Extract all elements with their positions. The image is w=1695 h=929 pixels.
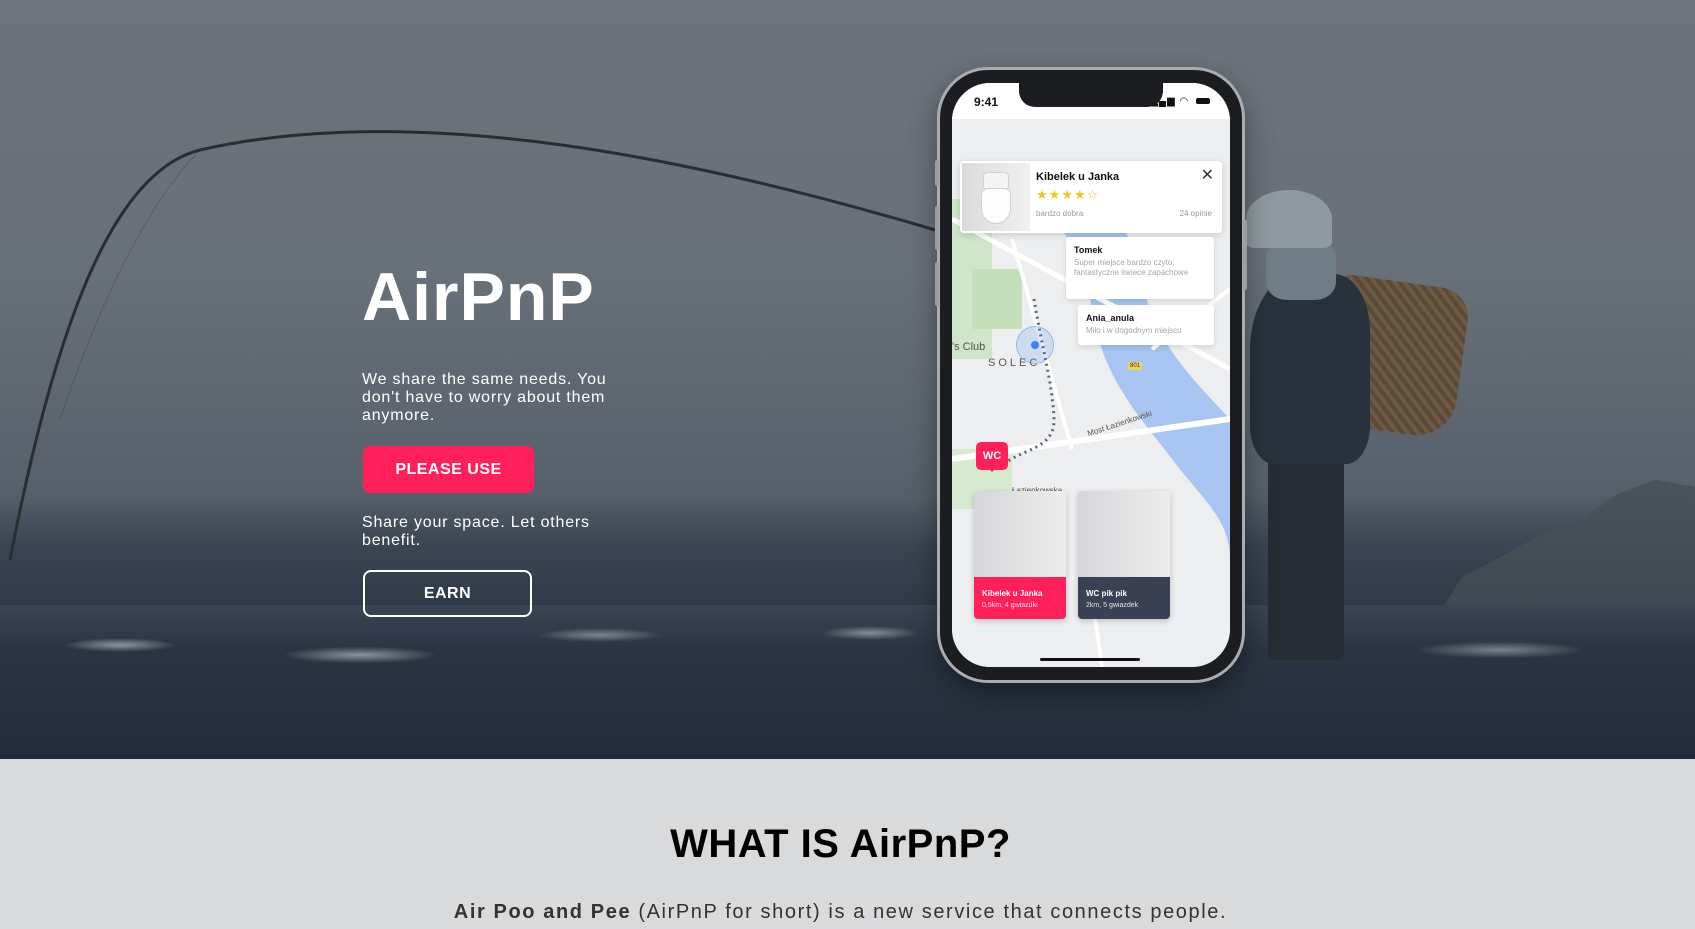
place-card[interactable]: Kibelek u Janka 0,5km, 4 gwiazdki — [974, 491, 1066, 619]
place-card-name: Kibelek u Janka — [982, 589, 1043, 598]
review-card: Ania_anula Miło i w dogodnym miejscu — [1078, 305, 1214, 345]
review-card: Tomek Super miejsce bardzo czyto, fantas… — [1066, 237, 1214, 299]
phone-power-button — [1243, 220, 1247, 290]
status-time: 9:41 — [974, 95, 999, 109]
wc-map-pin[interactable]: WC — [976, 442, 1008, 472]
home-indicator — [1040, 658, 1140, 661]
phone-volume-down — [935, 262, 939, 306]
place-card-meta: 2km, 5 gwiazdek — [1086, 602, 1139, 609]
about-heading: WHAT IS AirPnP? — [670, 822, 1011, 866]
place-detail-card[interactable]: Kibelek u Janka ★★★★☆ bardzo dobra 24 op… — [960, 161, 1222, 233]
review-author: Ania_anula — [1086, 313, 1135, 323]
phone-mockup: 9:41 ▂▄▆ ◠ Kibelek u Janka ★★★★☆ bardzo … — [935, 70, 1247, 680]
review-author: Tomek — [1074, 245, 1103, 255]
star-rating-icon: ★★★★☆ — [1036, 187, 1100, 202]
place-card-image — [1078, 491, 1170, 577]
about-intro-rest: (AirPnP for short) is a new service that… — [631, 901, 1228, 923]
review-text: Miło i w dogodnym miejscu — [1086, 326, 1182, 335]
place-detail-name: Kibelek u Janka — [1036, 171, 1120, 183]
phone-screen: 9:41 ▂▄▆ ◠ Kibelek u Janka ★★★★☆ bardzo … — [952, 83, 1230, 667]
battery-icon — [1196, 98, 1210, 105]
wifi-icon: ◠ — [1179, 96, 1190, 107]
hero-section: AirPnP We share the same needs. You don'… — [0, 0, 1695, 759]
place-card-name: WC pik pik — [1086, 589, 1127, 598]
close-icon[interactable]: ✕ — [1201, 165, 1214, 185]
phone-notch — [1019, 83, 1163, 107]
about-intro-bold: Air Poo and Pee — [453, 901, 632, 923]
hills-background — [1435, 480, 1695, 620]
about-intro: Air Poo and Pee (AirPnP for short) is a … — [0, 901, 1681, 924]
fisherman-image — [1232, 190, 1472, 670]
place-detail-thumbnail — [962, 163, 1030, 231]
place-card-image — [974, 491, 1066, 577]
place-detail-rating: bardzo dobra — [1036, 209, 1084, 218]
location-dot-icon — [1016, 326, 1054, 364]
place-detail-review-count: 24 opinie — [1179, 209, 1212, 218]
road-number-badge: 801 — [1128, 362, 1143, 370]
map-view[interactable]: Kibelek u Janka ★★★★☆ bardzo dobra 24 op… — [952, 119, 1230, 667]
share-space-text: Share your space. Let others benefit. — [362, 514, 590, 549]
phone-volume-up — [935, 206, 939, 250]
place-card-info: Kibelek u Janka 0,5km, 4 gwiazdki — [974, 577, 1066, 619]
place-card-info: WC pik pik 2km, 5 gwiazdek — [1078, 577, 1170, 619]
about-section: WHAT IS AirPnP? Air Poo and Pee (AirPnP … — [0, 759, 1695, 929]
map-label: 's Club — [952, 341, 986, 353]
earn-button[interactable]: EARN — [363, 570, 532, 617]
brand-title: AirPnP — [362, 259, 595, 335]
review-text: Super miejsce bardzo czyto, fantastyczne… — [1074, 258, 1189, 277]
hero-tagline: We share the same needs. You don't have … — [362, 371, 607, 424]
place-card-meta: 0,5km, 4 gwiazdki — [982, 602, 1038, 609]
place-card[interactable]: WC pik pik 2km, 5 gwiazdek — [1078, 491, 1170, 619]
please-use-button[interactable]: PLEASE USE — [363, 446, 534, 493]
phone-mute-button — [935, 160, 939, 186]
